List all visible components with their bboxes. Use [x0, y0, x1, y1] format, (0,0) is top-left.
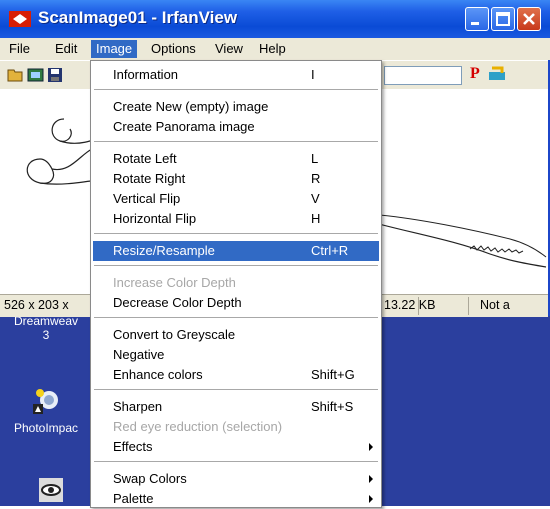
menu-item-palette[interactable]: Palette: [93, 489, 379, 509]
menu-item-convert-greyscale[interactable]: Convert to Greyscale: [93, 325, 379, 345]
menu-item-label: Information: [113, 67, 179, 82]
menu-separator: [94, 317, 378, 318]
menu-item-horizontal-flip[interactable]: Horizontal Flip H: [93, 209, 379, 229]
desktop-icon-eye[interactable]: [34, 474, 68, 506]
menu-item-label: Increase Color Depth: [113, 275, 236, 290]
menu-item-label: Convert to Greyscale: [113, 327, 236, 342]
title-bar[interactable]: ScanImage01 - IrfanView: [0, 0, 550, 38]
menu-item-create-new-image[interactable]: Create New (empty) image: [93, 97, 379, 117]
menu-item-label: Effects: [113, 439, 153, 454]
menu-item-information[interactable]: Information I: [93, 65, 379, 85]
menu-item-negative[interactable]: Negative: [93, 345, 379, 365]
menu-item-create-panorama[interactable]: Create Panorama image: [93, 117, 379, 137]
submenu-arrow-icon: [369, 495, 373, 503]
menu-item-shortcut: L: [311, 151, 319, 166]
menu-item-label: Resize/Resample: [113, 243, 215, 258]
menu-bar: File Edit Image Options View Help: [0, 38, 550, 60]
menu-item-label: Swap Colors: [113, 471, 187, 486]
menu-item-label: Sharpen: [113, 399, 163, 414]
irfanview-app-icon: [9, 11, 31, 27]
photoimpact-icon: [33, 389, 58, 414]
window-title: ScanImage01 - IrfanView: [38, 8, 238, 27]
desktop-icon-photoimpact[interactable]: PhotoImpac: [6, 386, 86, 435]
maximize-icon: [496, 12, 510, 26]
menu-item-shortcut: V: [311, 191, 320, 206]
toolbar-input-field[interactable]: [384, 66, 462, 85]
menu-item-red-eye-reduction: Red eye reduction (selection): [93, 417, 379, 437]
menu-item-swap-colors[interactable]: Swap Colors: [93, 469, 379, 489]
minimize-button[interactable]: [465, 7, 489, 31]
menu-item-label: Palette: [113, 491, 154, 506]
menu-separator: [94, 141, 378, 142]
image-settings-icon[interactable]: [488, 66, 506, 82]
status-file-size: 13.22 KB: [384, 298, 436, 312]
menu-item-label: Horizontal Flip: [113, 211, 197, 226]
menu-item-effects[interactable]: Effects: [93, 437, 379, 457]
menu-item-sharpen[interactable]: Sharpen Shift+S: [93, 397, 379, 417]
slideshow-icon[interactable]: [27, 67, 45, 83]
menu-separator: [94, 461, 378, 462]
minimize-icon: [471, 22, 479, 25]
status-extra: Not a: [480, 298, 510, 312]
status-divider: [468, 297, 469, 315]
close-button[interactable]: [517, 7, 541, 31]
eye-icon: [39, 478, 63, 502]
menu-item-label: Rotate Right: [113, 171, 186, 186]
menu-image[interactable]: Image: [91, 40, 138, 58]
menu-separator: [94, 89, 378, 90]
menu-item-vertical-flip[interactable]: Vertical Flip V: [93, 189, 379, 209]
menu-separator: [94, 389, 378, 390]
save-icon[interactable]: [47, 67, 63, 83]
submenu-arrow-icon: [369, 475, 373, 483]
submenu-arrow-icon: [369, 443, 373, 451]
desktop-icon-sublabel: 3: [42, 328, 50, 342]
menu-item-label: Decrease Color Depth: [113, 295, 242, 310]
menu-file[interactable]: File: [4, 40, 35, 58]
menu-separator: [94, 265, 378, 266]
menu-item-label: Red eye reduction (selection): [113, 419, 283, 434]
maximize-button[interactable]: [491, 7, 515, 31]
menu-item-enhance-colors[interactable]: Enhance colors Shift+G: [93, 365, 379, 385]
menu-help[interactable]: Help: [254, 40, 291, 58]
menu-separator: [94, 233, 378, 234]
menu-item-label: Vertical Flip: [113, 191, 181, 206]
menu-item-increase-color-depth: Increase Color Depth: [93, 273, 379, 293]
menu-options[interactable]: Options: [146, 40, 201, 58]
menu-item-resize-resample[interactable]: Resize/Resample Ctrl+R: [93, 241, 379, 261]
menu-view[interactable]: View: [210, 40, 248, 58]
menu-item-label: Rotate Left: [113, 151, 177, 166]
status-dimensions: 526 x 203 x: [4, 298, 69, 312]
menu-item-label: Enhance colors: [113, 367, 203, 382]
menu-item-shortcut: Shift+G: [311, 367, 355, 382]
menu-edit[interactable]: Edit: [50, 40, 82, 58]
open-folder-icon[interactable]: [7, 67, 25, 83]
menu-item-shortcut: H: [311, 211, 321, 226]
close-icon: [523, 13, 535, 25]
menu-item-label: Negative: [113, 347, 165, 362]
menu-item-shortcut: Ctrl+R: [311, 243, 349, 258]
image-menu-dropdown: Information I Create New (empty) image Cr…: [90, 60, 382, 508]
menu-item-decrease-color-depth[interactable]: Decrease Color Depth: [93, 293, 379, 313]
menu-item-rotate-right[interactable]: Rotate Right R: [93, 169, 379, 189]
menu-item-label: Create Panorama image: [113, 119, 255, 134]
menu-item-shortcut: I: [311, 67, 315, 82]
desktop-icon-label: PhotoImpac: [13, 421, 79, 435]
paint-dialog-icon[interactable]: P: [470, 65, 480, 83]
menu-item-label: Create New (empty) image: [113, 99, 269, 114]
menu-item-shortcut: R: [311, 171, 321, 186]
menu-item-shortcut: Shift+S: [311, 399, 354, 414]
menu-item-rotate-left[interactable]: Rotate Left L: [93, 149, 379, 169]
